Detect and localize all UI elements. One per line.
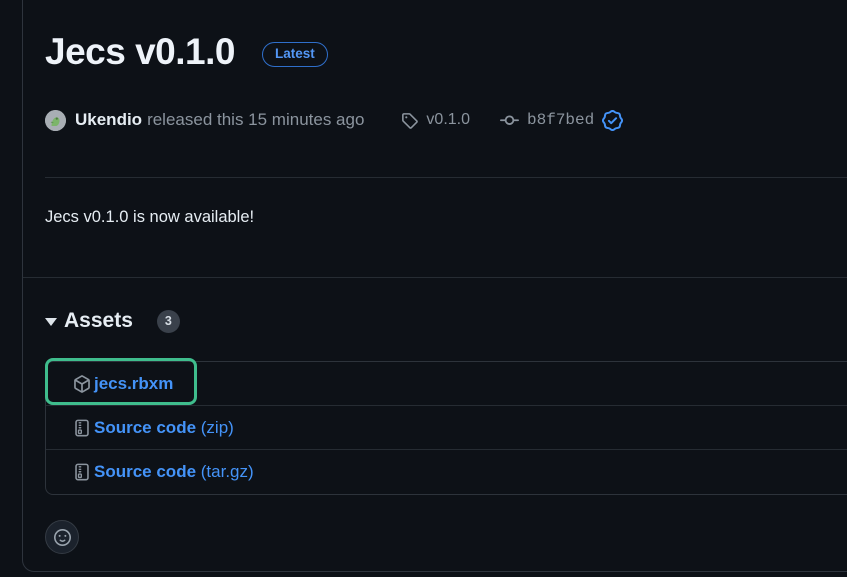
author-name[interactable]: Ukendio <box>75 110 142 130</box>
avatar-image <box>45 110 66 131</box>
latest-badge[interactable]: Latest <box>262 42 328 67</box>
release-meta-row: Ukendio released this 15 minutes ago v0.… <box>45 108 623 132</box>
asset-name: Source code <box>94 462 196 482</box>
asset-link-source-targz[interactable]: Source code (tar.gz) <box>73 462 254 482</box>
release-header: Jecs v0.1.0 Latest <box>45 28 328 76</box>
asset-suffix: (zip) <box>196 418 234 438</box>
commit-group: b8f7bed <box>500 110 623 131</box>
asset-suffix: (tar.gz) <box>196 462 254 482</box>
assets-count-badge: 3 <box>157 310 180 333</box>
tag-icon <box>401 112 418 129</box>
avatar[interactable] <box>45 110 66 131</box>
file-zip-icon <box>73 419 91 437</box>
asset-link-source-zip[interactable]: Source code (zip) <box>73 418 234 438</box>
commit-hash[interactable]: b8f7bed <box>527 111 594 129</box>
verified-badge-icon[interactable] <box>602 110 623 131</box>
assets-list: jecs.rbxm Source code (zip) <box>45 361 847 495</box>
asset-row-source-zip: Source code (zip) <box>46 406 847 450</box>
release-title: Jecs v0.1.0 <box>45 30 235 74</box>
caret-down-icon <box>45 318 57 326</box>
assets-label: Assets <box>64 309 133 333</box>
git-commit-icon <box>500 111 519 130</box>
smiley-icon <box>54 529 71 546</box>
file-zip-icon <box>73 463 91 481</box>
asset-name: Source code <box>94 418 196 438</box>
assets-toggle[interactable]: Assets 3 <box>45 307 180 335</box>
tag-group: v0.1.0 <box>401 111 470 129</box>
asset-row-jecs-rbxm: jecs.rbxm <box>46 362 847 406</box>
asset-link-jecs-rbxm[interactable]: jecs.rbxm <box>73 374 173 394</box>
release-page: Jecs v0.1.0 Latest Ukendio released this… <box>0 0 847 577</box>
add-reaction-button[interactable] <box>45 520 79 554</box>
section-divider <box>23 277 847 278</box>
header-divider <box>45 177 847 178</box>
package-icon <box>73 375 91 393</box>
release-body-text: Jecs v0.1.0 is now available! <box>45 208 254 227</box>
asset-row-source-targz: Source code (tar.gz) <box>46 450 847 494</box>
tag-name: v0.1.0 <box>426 111 470 129</box>
released-text: released this 15 minutes ago <box>147 110 364 130</box>
asset-name: jecs.rbxm <box>94 374 173 394</box>
